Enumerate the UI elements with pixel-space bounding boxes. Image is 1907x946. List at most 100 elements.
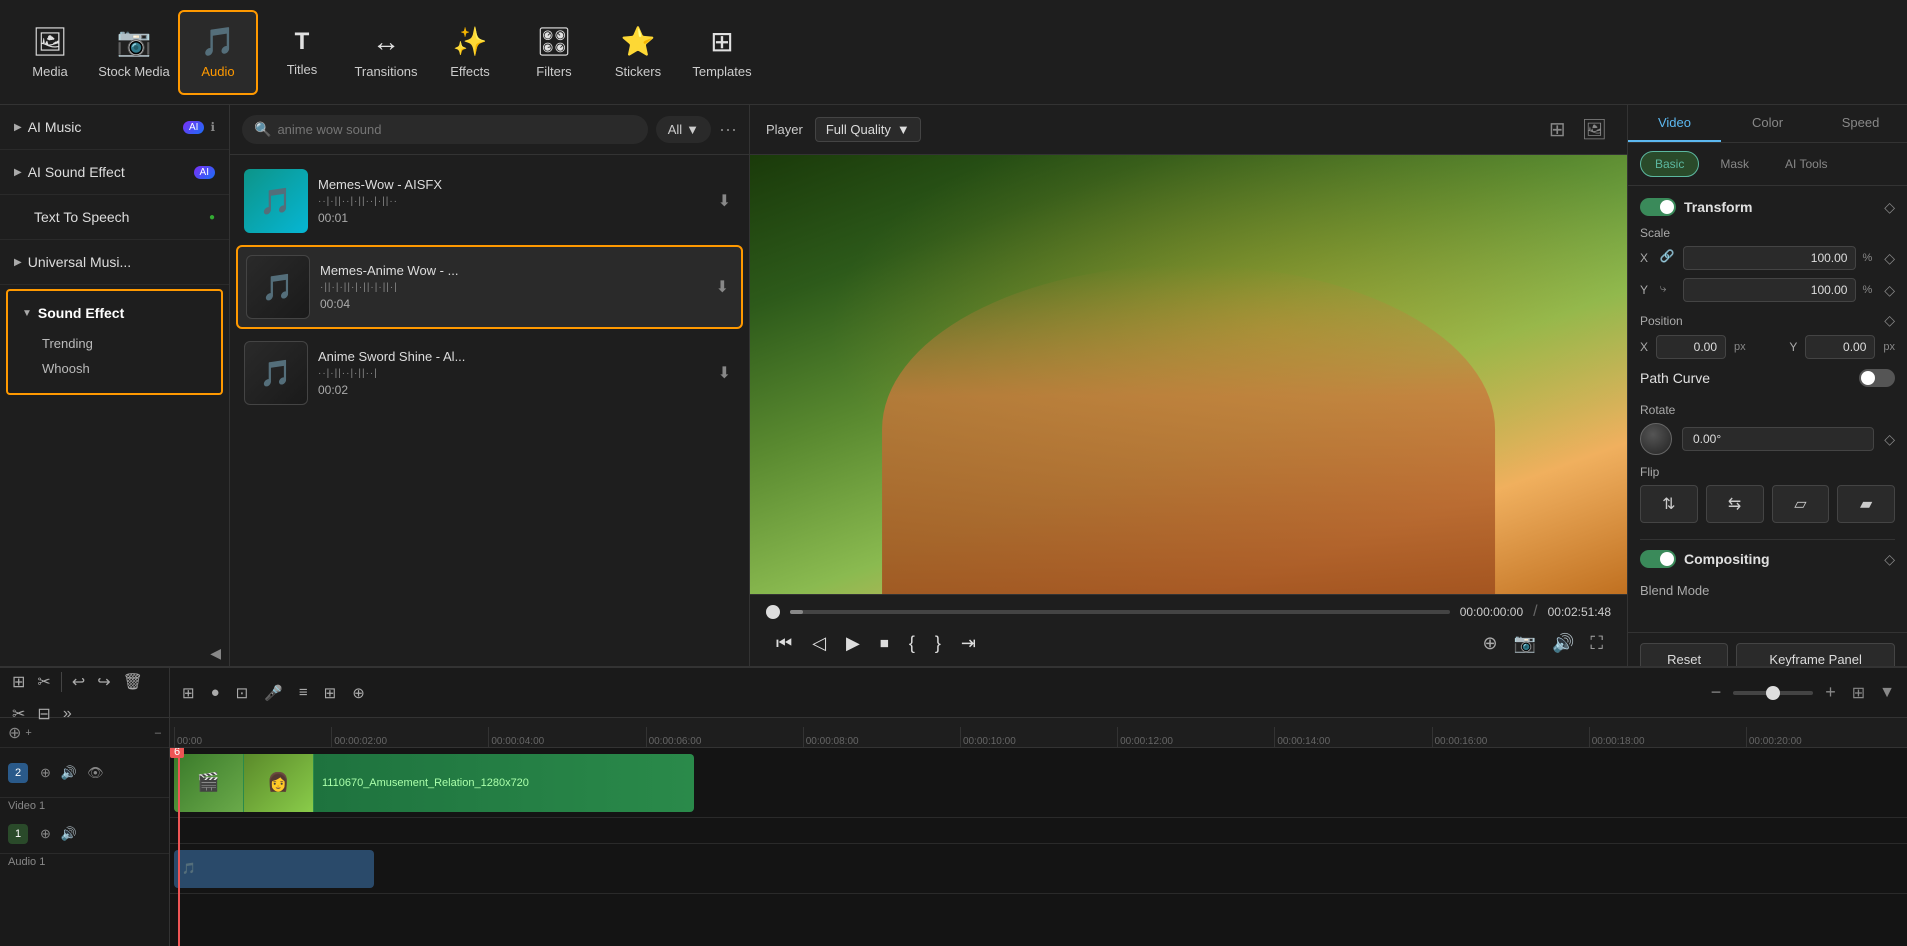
toolbar-filters[interactable]: 🎛 Filters: [514, 10, 594, 95]
subtab-ai-tools[interactable]: AI Tools: [1770, 151, 1842, 177]
subtab-mask[interactable]: Mask: [1705, 151, 1764, 177]
sub-item-whoosh[interactable]: Whoosh: [34, 356, 211, 381]
audio-item-2[interactable]: 🎵 Anime Sword Shine - Al... ··|·||··|·||…: [236, 333, 743, 413]
toolbar-stock-media[interactable]: 📷 Stock Media: [94, 10, 174, 95]
tab-color[interactable]: Color: [1721, 105, 1814, 142]
rotate-input[interactable]: [1682, 427, 1874, 451]
universal-music-header[interactable]: ▶ Universal Musi...: [10, 248, 219, 276]
toolbar-media[interactable]: 🖼 Media: [10, 10, 90, 95]
audio-volume-button[interactable]: 🔊: [59, 824, 79, 844]
screenshot-button[interactable]: 📷: [1510, 629, 1540, 658]
tl-tool-1[interactable]: ⊞: [178, 680, 199, 706]
ripple-tool-button[interactable]: ✂: [33, 668, 54, 696]
undo-button[interactable]: ↩: [68, 668, 89, 696]
add-to-timeline-button[interactable]: ⊕: [1478, 629, 1501, 658]
play-button[interactable]: ▶: [840, 629, 866, 658]
more-options-button[interactable]: ···: [719, 119, 737, 140]
settings-button[interactable]: ▼: [1875, 680, 1899, 706]
timeline-toolbar: ⊞ ✂ ↩ ↪ 🗑 ✂ ⊟ »: [0, 668, 169, 718]
loop-out-button[interactable]: }: [929, 629, 947, 658]
step-back-button[interactable]: ⏮: [770, 629, 798, 658]
reset-button[interactable]: Reset: [1640, 643, 1728, 666]
collapse-panel-button[interactable]: ◀: [202, 641, 229, 666]
download-icon-1[interactable]: ⬇: [712, 273, 733, 301]
image-view-button[interactable]: 🖼: [1578, 113, 1611, 146]
grid-options-button[interactable]: ⊞: [1848, 679, 1869, 707]
tl-tool-2[interactable]: ●: [207, 680, 224, 705]
pos-x-input[interactable]: [1656, 335, 1726, 359]
add-track-button[interactable]: ⊕: [8, 723, 21, 743]
fullscreen-button[interactable]: ⛶: [1586, 629, 1607, 658]
delete-button[interactable]: 🗑: [119, 668, 147, 696]
audio-clip[interactable]: 🎵: [174, 850, 374, 888]
zoom-slider[interactable]: [1733, 691, 1813, 695]
download-icon-0[interactable]: ⬇: [714, 187, 735, 215]
toolbar-audio[interactable]: 🎵 Audio: [178, 10, 258, 95]
keyframe-panel-button[interactable]: Keyframe Panel: [1736, 643, 1895, 666]
right-panel: Video Color Speed Basic Mask AI Tools Tr…: [1627, 105, 1907, 666]
ai-music-header[interactable]: ▶ AI Music AI ℹ: [10, 113, 219, 141]
search-input[interactable]: [277, 122, 635, 137]
position-keyframe-button[interactable]: ◇: [1884, 312, 1895, 329]
zoom-in-button[interactable]: +: [1819, 680, 1842, 705]
flip-vertical-button[interactable]: ⇅: [1640, 485, 1698, 523]
subtab-basic[interactable]: Basic: [1640, 151, 1699, 177]
toolbar-transitions-label: Transitions: [354, 64, 417, 79]
ruler-mark-0: 00:00: [174, 727, 331, 747]
loop-in-button[interactable]: {: [903, 629, 921, 658]
flip-horizontal-button[interactable]: ⇆: [1706, 485, 1764, 523]
audio-item-0[interactable]: 🎵 Memes-Wow - AISFX ··|·||··|·||··|·||··…: [236, 161, 743, 241]
split-button[interactable]: ⇥: [955, 629, 982, 658]
frame-back-button[interactable]: ◁: [806, 629, 832, 658]
download-icon-2[interactable]: ⬇: [714, 359, 735, 387]
path-curve-toggle[interactable]: [1859, 369, 1895, 387]
video-eye-button[interactable]: 👁: [85, 763, 106, 783]
scale-y-input[interactable]: [1683, 278, 1856, 302]
video-clip[interactable]: 🎬 👩 1110670_Amusement_Relation_1280x720: [174, 754, 694, 812]
sound-effect-header[interactable]: ▼ Sound Effect: [18, 299, 211, 327]
select-tool-button[interactable]: ⊞: [8, 668, 29, 696]
search-input-wrap[interactable]: 🔍: [242, 115, 648, 144]
audio-item-1[interactable]: 🎵 Memes-Anime Wow - ... ·||·|·||·|·||·|·…: [236, 245, 743, 329]
tab-video[interactable]: Video: [1628, 105, 1721, 142]
tl-tool-7[interactable]: ⊕: [348, 680, 369, 706]
filter-button[interactable]: All ▼: [656, 116, 711, 143]
toolbar-effects[interactable]: ✨ Effects: [430, 10, 510, 95]
compositing-toggle[interactable]: [1640, 550, 1676, 568]
grid-view-button[interactable]: ⊞: [1545, 113, 1570, 146]
ai-sound-effect-header[interactable]: ▶ AI Sound Effect AI: [10, 158, 219, 186]
scale-x-keyframe[interactable]: ◇: [1884, 250, 1895, 267]
tl-tool-6[interactable]: ⊞: [320, 680, 341, 706]
rotate-dial[interactable]: [1640, 423, 1672, 455]
sub-item-trending[interactable]: Trending: [34, 331, 211, 356]
volume-button[interactable]: 🔊: [1548, 629, 1578, 658]
path-curve-label: Path Curve: [1640, 370, 1710, 386]
tl-tool-4[interactable]: 🎤: [260, 680, 287, 706]
transform-keyframe-button[interactable]: ◇: [1884, 199, 1895, 216]
timeline-bar[interactable]: [790, 610, 1450, 614]
transform-toggle[interactable]: [1640, 198, 1676, 216]
flip-btn-3[interactable]: ▱: [1772, 485, 1830, 523]
scale-y-keyframe[interactable]: ◇: [1884, 282, 1895, 299]
tl-tool-3[interactable]: ⊡: [232, 680, 253, 706]
audio-track-badge: 1: [8, 824, 28, 844]
compositing-keyframe-button[interactable]: ◇: [1884, 551, 1895, 568]
video-add-button[interactable]: ⊕: [38, 763, 53, 783]
text-to-speech-header[interactable]: Text To Speech ●: [10, 203, 219, 231]
pos-y-input[interactable]: [1805, 335, 1875, 359]
toolbar-stickers[interactable]: ⭐ Stickers: [598, 10, 678, 95]
flip-btn-4[interactable]: ▰: [1837, 485, 1895, 523]
audio-add-button[interactable]: ⊕: [38, 824, 53, 844]
scale-x-input[interactable]: [1683, 246, 1856, 270]
rotate-keyframe[interactable]: ◇: [1884, 431, 1895, 448]
stop-button[interactable]: ⏹: [874, 629, 895, 658]
tl-tool-5[interactable]: ≡: [295, 680, 312, 705]
redo-button[interactable]: ↪: [93, 668, 114, 696]
quality-select[interactable]: Full Quality ▼: [815, 117, 921, 142]
tab-speed[interactable]: Speed: [1814, 105, 1907, 142]
toolbar-templates[interactable]: ⊞ Templates: [682, 10, 762, 95]
zoom-out-button[interactable]: −: [1705, 680, 1728, 705]
video-volume-button[interactable]: 🔊: [59, 763, 79, 783]
toolbar-transitions[interactable]: ↔ Transitions: [346, 10, 426, 95]
toolbar-titles[interactable]: T Titles: [262, 10, 342, 95]
